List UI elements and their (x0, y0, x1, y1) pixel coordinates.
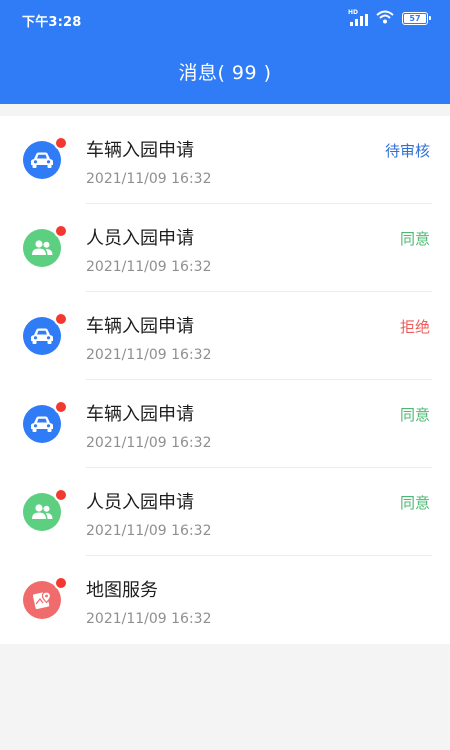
message-item[interactable]: 人员入园申请 2021/11/09 16:32 同意 (0, 468, 450, 556)
message-title: 人员入园申请 (86, 492, 194, 513)
message-item[interactable]: 车辆入园申请 2021/11/09 16:32 待审核 (0, 116, 450, 204)
battery-icon: 57 (402, 12, 431, 25)
status-time: 下午3:28 (22, 15, 82, 30)
unread-dot (54, 224, 68, 238)
message-status: 同意 (399, 494, 430, 512)
message-item[interactable]: 车辆入园申请 2021/11/09 16:32 同意 (0, 380, 450, 468)
battery-level: 57 (409, 14, 421, 23)
signal-icon: HD (348, 9, 368, 26)
unread-dot (54, 400, 68, 414)
status-bar: 下午3:28 HD 57 (0, 0, 450, 36)
message-time: 2021/11/09 16:32 (86, 347, 212, 363)
message-title: 车辆入园申请 (86, 404, 194, 425)
unread-dot (54, 136, 68, 150)
message-time: 2021/11/09 16:32 (86, 611, 212, 627)
message-status: 同意 (399, 230, 430, 248)
message-time: 2021/11/09 16:32 (86, 171, 212, 187)
message-title: 车辆入园申请 (86, 140, 194, 161)
unread-dot (54, 488, 68, 502)
message-time: 2021/11/09 16:32 (86, 259, 212, 275)
wifi-icon (376, 9, 394, 28)
message-item[interactable]: 车辆入园申请 2021/11/09 16:32 拒绝 (0, 292, 450, 380)
message-list: 车辆入园申请 2021/11/09 16:32 待审核 人员入园申请 2021/… (0, 116, 450, 644)
unread-dot (54, 576, 68, 590)
unread-dot (54, 312, 68, 326)
message-title: 地图服务 (86, 580, 158, 601)
message-status: 同意 (399, 406, 430, 424)
message-item[interactable]: 地图服务 2021/11/09 16:32 (0, 556, 450, 644)
message-title: 车辆入园申请 (86, 316, 194, 337)
message-status: 待审核 (384, 142, 430, 160)
message-title: 人员入园申请 (86, 228, 194, 249)
message-status: 拒绝 (399, 318, 430, 336)
message-item[interactable]: 人员入园申请 2021/11/09 16:32 同意 (0, 204, 450, 292)
message-time: 2021/11/09 16:32 (86, 523, 212, 539)
message-time: 2021/11/09 16:32 (86, 435, 212, 451)
page-title: 消息( 99 ) (178, 62, 272, 84)
status-icons: HD 57 (348, 9, 431, 28)
app-header: 下午3:28 HD 57 消息(99) (0, 0, 450, 104)
